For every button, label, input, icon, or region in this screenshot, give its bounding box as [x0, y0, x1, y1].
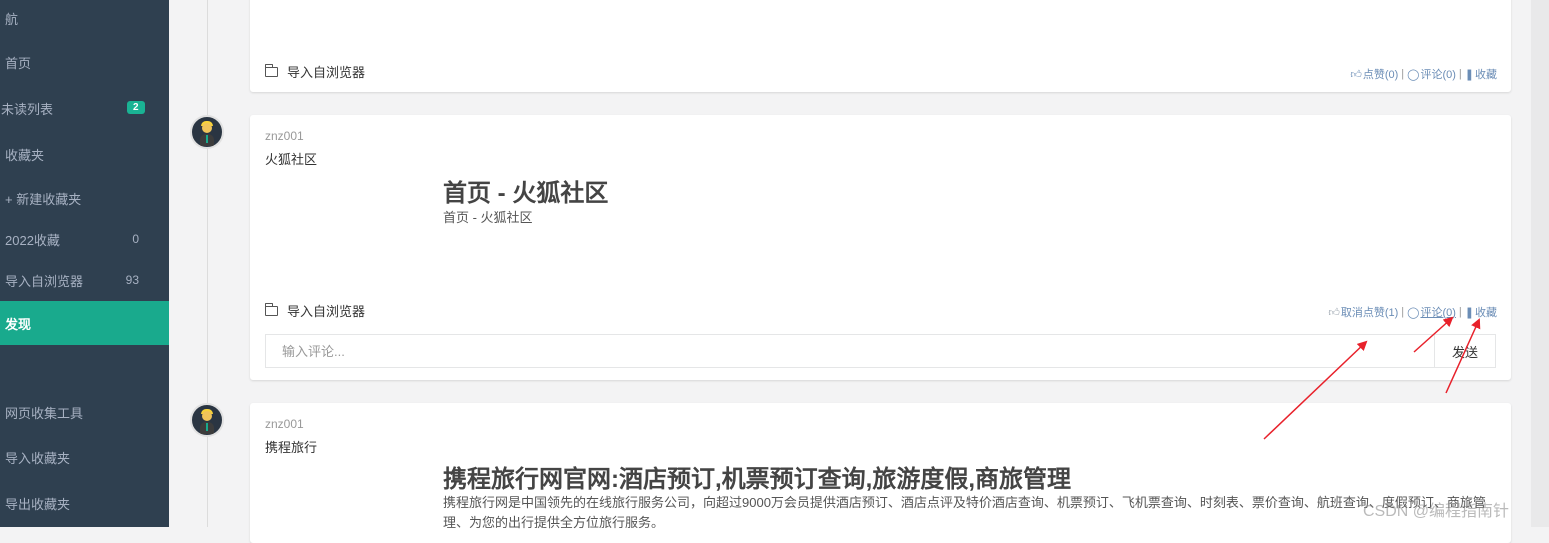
- avatar-tie: [206, 423, 208, 431]
- sidebar-item-unread[interactable]: 未读列表 2: [0, 86, 169, 130]
- avatar-head: [202, 123, 212, 133]
- sidebar-item-home[interactable]: 首页: [0, 40, 169, 84]
- folder-link[interactable]: 导入自浏览器: [265, 62, 365, 81]
- folder-label: 导入自浏览器: [287, 65, 366, 80]
- avatar-tie: [206, 135, 208, 143]
- bookmark-description: 携程旅行网是中国领先的在线旅行服务公司，向超过9000万会员提供酒店预订、酒店点…: [443, 495, 1486, 530]
- comment-icon: ◯: [1407, 68, 1420, 81]
- thumbs-up-icon: 👍︎: [1328, 306, 1340, 319]
- thumbs-up-icon: 👍︎: [1350, 68, 1362, 81]
- timeline-line: [207, 0, 208, 527]
- folder-count: 93: [125, 273, 139, 287]
- site-name: 携程旅行: [265, 440, 318, 455]
- watermark: CSDN @编程指南针: [1363, 503, 1510, 520]
- sidebar-item-label: + 新建收藏夹: [5, 191, 82, 207]
- sidebar-item-label: 2022收藏: [5, 232, 60, 248]
- comment-icon: ◯: [1407, 306, 1420, 319]
- sidebar-item-folder-imported[interactable]: 导入自浏览器 93: [0, 258, 169, 302]
- sidebar-item-discover[interactable]: 发现: [0, 301, 169, 345]
- send-comment-button[interactable]: 发送: [1434, 334, 1496, 368]
- sidebar-item-export-favorites[interactable]: 导出收藏夹: [0, 481, 169, 525]
- folder-count: 0: [132, 232, 139, 246]
- bookmark-title[interactable]: 携程旅行网官网:酒店预订,机票预订查询,旅游度假,商旅管理: [443, 459, 1071, 494]
- separator: |: [1401, 68, 1405, 80]
- sidebar-item-label: 网页收集工具: [5, 405, 84, 421]
- separator: |: [1401, 306, 1405, 318]
- unread-count-badge: 2: [127, 101, 145, 114]
- sidebar: 航 首页 未读列表 2 收藏夹 + 新建收藏夹 2022收藏 0 导入自浏览器 …: [0, 0, 169, 527]
- username[interactable]: znz001: [265, 129, 304, 143]
- feed-card: znz001 火狐社区 首页 - 火狐社区 首页 - 火狐社区 导入自浏览器 👍…: [250, 115, 1511, 380]
- username[interactable]: znz001: [265, 417, 304, 431]
- folder-icon: [265, 63, 278, 77]
- sidebar-item-label: 发现: [5, 316, 32, 332]
- pin-icon: ❚: [1464, 306, 1474, 319]
- folder-link[interactable]: 导入自浏览器: [265, 301, 365, 320]
- sidebar-item-web-clipper[interactable]: 网页收集工具: [0, 390, 169, 434]
- avatar[interactable]: [190, 403, 224, 437]
- card-actions: 👍︎ 取消点赞(1) | ◯ 评论(0) | ❚ 收藏: [1328, 304, 1497, 320]
- sidebar-item-label: 未读列表: [1, 101, 54, 117]
- unlike-button[interactable]: 取消点赞(1): [1341, 304, 1398, 320]
- folder-label: 导入自浏览器: [287, 304, 366, 319]
- collect-button[interactable]: 收藏: [1475, 304, 1497, 320]
- pin-icon: ❚: [1464, 68, 1474, 81]
- site-name: 火狐社区: [265, 152, 318, 167]
- collect-button[interactable]: 收藏: [1475, 66, 1497, 82]
- comment-button[interactable]: 评论(0): [1420, 66, 1455, 82]
- sidebar-item-label: 导入收藏夹: [5, 450, 71, 466]
- sidebar-item-label: 收藏夹: [5, 147, 45, 163]
- sidebar-item-favorites[interactable]: 收藏夹: [0, 132, 169, 176]
- avatar[interactable]: [190, 115, 224, 149]
- sidebar-item-label: 导出收藏夹: [5, 496, 71, 512]
- sidebar-item-import-favorites[interactable]: 导入收藏夹: [0, 435, 169, 479]
- folder-icon: [265, 302, 278, 316]
- feed-card: 导入自浏览器 👍︎ 点赞(0) | ◯ 评论(0) | ❚ 收藏: [250, 0, 1511, 92]
- card-actions: 👍︎ 点赞(0) | ◯ 评论(0) | ❚ 收藏: [1350, 66, 1497, 82]
- sidebar-item-label: 首页: [5, 55, 32, 71]
- like-button[interactable]: 点赞(0): [1363, 66, 1398, 82]
- scrollbar[interactable]: [1531, 0, 1549, 527]
- bookmark-description: 首页 - 火狐社区: [443, 210, 533, 225]
- separator: |: [1458, 306, 1462, 318]
- sidebar-item-folder-2022[interactable]: 2022收藏 0: [0, 217, 169, 261]
- sidebar-item-label: 航: [5, 11, 19, 27]
- sidebar-item-new-folder[interactable]: + 新建收藏夹: [0, 176, 169, 220]
- avatar-head: [202, 411, 212, 421]
- comment-input[interactable]: [265, 334, 1435, 368]
- separator: |: [1458, 68, 1462, 80]
- bookmark-title[interactable]: 首页 - 火狐社区: [443, 173, 608, 208]
- sidebar-item-label: 导入自浏览器: [5, 273, 84, 289]
- comment-button[interactable]: 评论(0): [1420, 304, 1455, 320]
- sidebar-item-nav-header: 航: [0, 0, 169, 40]
- feed-card: znz001 携程旅行 携程旅行网官网:酒店预订,机票预订查询,旅游度假,商旅管…: [250, 403, 1511, 543]
